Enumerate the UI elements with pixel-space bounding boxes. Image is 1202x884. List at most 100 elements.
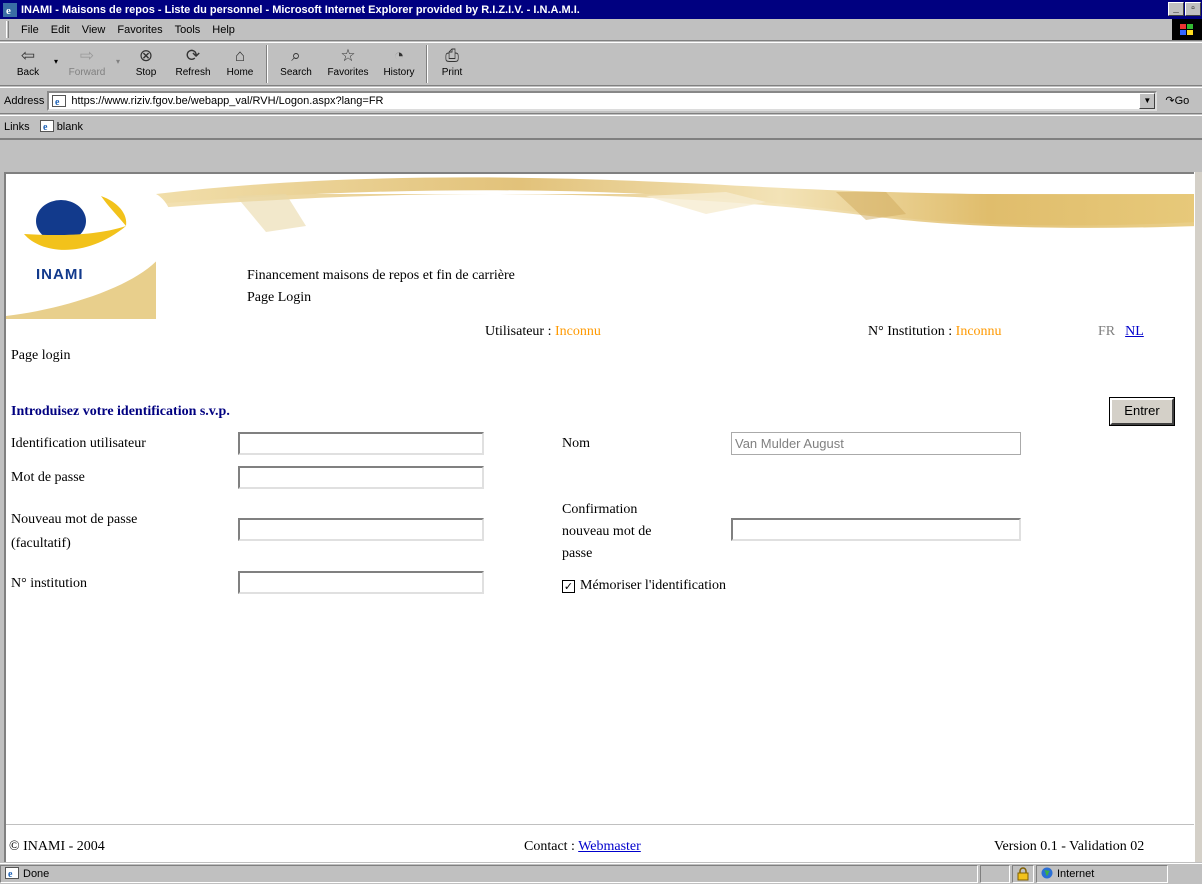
language-switcher: FR NL bbox=[1098, 324, 1144, 340]
svg-text:e: e bbox=[8, 869, 13, 879]
favorites-button[interactable]: ☆ Favorites bbox=[320, 43, 376, 85]
password-input[interactable] bbox=[238, 466, 484, 489]
globe-icon bbox=[1041, 867, 1053, 882]
app-subtitle: Financement maisons de repos et fin de c… bbox=[247, 268, 515, 283]
search-label: Search bbox=[280, 67, 312, 78]
refresh-button[interactable]: ⟳ Refresh bbox=[168, 43, 218, 85]
page-title: Page login bbox=[11, 348, 71, 363]
browser-window: e INAMI - Maisons de repos - Liste du pe… bbox=[0, 0, 1202, 884]
confirm-label-line2: nouveau mot de bbox=[562, 524, 652, 539]
new-password-input[interactable] bbox=[238, 518, 484, 541]
stop-icon: ⊗ bbox=[138, 46, 154, 65]
page-icon: e bbox=[39, 119, 54, 135]
confirm-password-input[interactable] bbox=[731, 518, 1021, 541]
menu-edit[interactable]: Edit bbox=[45, 24, 76, 36]
logo-text: INAMI bbox=[36, 266, 84, 283]
institution-value: Inconnu bbox=[955, 324, 1002, 339]
zone-label: Internet bbox=[1057, 868, 1095, 880]
forward-dropdown[interactable]: ▾ bbox=[112, 43, 124, 85]
history-button[interactable]: ◔ History bbox=[376, 43, 422, 85]
home-button[interactable]: ⌂ Home bbox=[218, 43, 262, 85]
password-label: Mot de passe bbox=[11, 470, 85, 485]
back-dropdown[interactable]: ▾ bbox=[50, 43, 62, 85]
new-password-label-line2: (facultatif) bbox=[11, 536, 71, 551]
webmaster-link[interactable]: Webmaster bbox=[578, 839, 641, 854]
user-id-label: Identification utilisateur bbox=[11, 436, 146, 451]
institution-info: N° Institution : Inconnu bbox=[868, 324, 1002, 340]
institution-number-input[interactable] bbox=[238, 571, 484, 594]
print-icon: ⎙ bbox=[445, 46, 459, 65]
dropdown-arrow-icon: ▾ bbox=[53, 57, 58, 66]
go-button[interactable]: ↷Go bbox=[1165, 94, 1189, 107]
history-icon: ◔ bbox=[393, 46, 405, 65]
entrer-button[interactable]: Entrer bbox=[1109, 397, 1175, 426]
user-id-input[interactable] bbox=[238, 432, 484, 455]
print-button[interactable]: ⎙ Print bbox=[432, 43, 472, 85]
back-button[interactable]: ⇦ Back bbox=[6, 43, 50, 85]
stop-button[interactable]: ⊗ Stop bbox=[124, 43, 168, 85]
toolbar-separator bbox=[426, 45, 428, 83]
page-subtitle: Page Login bbox=[247, 290, 312, 305]
links-bar: Links e blank bbox=[0, 115, 1202, 140]
go-label: Go bbox=[1174, 95, 1190, 107]
svg-text:e: e bbox=[55, 97, 60, 107]
status-bar: e Done Internet bbox=[0, 863, 1202, 884]
windows-logo-icon bbox=[1172, 19, 1202, 40]
confirm-label-line3: passe bbox=[562, 546, 593, 561]
favorites-label: Favorites bbox=[327, 67, 369, 78]
page-viewport: INAMI Financement maisons de repos et fi… bbox=[4, 172, 1194, 862]
menu-help[interactable]: Help bbox=[206, 24, 241, 36]
go-arrow-icon: ↷ bbox=[1165, 95, 1175, 107]
address-input[interactable]: e https://www.riziv.fgov.be/webapp_val/R… bbox=[47, 90, 1158, 111]
search-button[interactable]: ⌕ Search bbox=[272, 43, 320, 85]
menu-file[interactable]: File bbox=[15, 24, 45, 36]
copyright: © INAMI - 2004 bbox=[9, 839, 105, 854]
address-url: https://www.riziv.fgov.be/webapp_val/RVH… bbox=[71, 94, 384, 107]
zone-pane: Internet bbox=[1036, 865, 1168, 883]
name-label: Nom bbox=[562, 436, 590, 451]
menu-favorites[interactable]: Favorites bbox=[111, 24, 168, 36]
svg-text:e: e bbox=[6, 5, 11, 17]
minimize-button[interactable]: _ bbox=[1168, 2, 1184, 16]
menu-view[interactable]: View bbox=[76, 24, 112, 36]
lang-nl-link[interactable]: NL bbox=[1125, 324, 1144, 339]
page-icon: e bbox=[5, 866, 19, 882]
header-banner: INAMI Financement maisons de repos et fi… bbox=[6, 174, 1194, 319]
confirm-label-line1: Confirmation bbox=[562, 502, 638, 517]
search-icon: ⌕ bbox=[291, 46, 301, 65]
vertical-scrollbar[interactable] bbox=[1194, 172, 1202, 862]
remember-checkbox-row[interactable]: ✓ Mémoriser l'identification bbox=[562, 578, 726, 594]
user-info: Utilisateur : Inconnu bbox=[485, 324, 601, 340]
new-password-label-line1: Nouveau mot de passe bbox=[11, 512, 138, 527]
remember-label: Mémoriser l'identification bbox=[580, 578, 726, 593]
lang-fr: FR bbox=[1098, 324, 1116, 339]
contact: Contact : Webmaster bbox=[524, 839, 641, 855]
version-info: Version 0.1 - Validation 02 bbox=[994, 839, 1145, 854]
link-blank-label: blank bbox=[56, 121, 83, 133]
inami-logo: INAMI bbox=[6, 174, 176, 319]
user-label: Utilisateur : bbox=[485, 324, 555, 339]
menu-tools[interactable]: Tools bbox=[169, 24, 207, 36]
refresh-icon: ⟳ bbox=[185, 46, 201, 65]
menu-bar: File Edit View Favorites Tools Help bbox=[0, 19, 1202, 41]
menu-grip bbox=[6, 21, 9, 38]
maximize-button[interactable]: ▫ bbox=[1185, 2, 1201, 16]
address-dropdown-icon[interactable]: ▼ bbox=[1139, 92, 1156, 109]
print-label: Print bbox=[441, 67, 463, 78]
page-footer: © INAMI - 2004 Contact : Webmaster Versi… bbox=[6, 824, 1194, 862]
inami-logo-mark bbox=[24, 196, 127, 250]
history-label: History bbox=[383, 67, 415, 78]
home-label: Home bbox=[226, 67, 254, 78]
institution-label: N° Institution : bbox=[868, 324, 956, 339]
remember-checkbox[interactable]: ✓ bbox=[562, 579, 575, 593]
toolbar-separator bbox=[266, 45, 268, 83]
lock-icon bbox=[1012, 865, 1034, 883]
forward-button[interactable]: ⇨ Forward bbox=[62, 43, 112, 85]
page-icon: e bbox=[51, 94, 67, 108]
banner-image bbox=[6, 177, 1194, 319]
back-label: Back bbox=[16, 67, 40, 78]
back-arrow-icon: ⇦ bbox=[20, 46, 36, 65]
dropdown-arrow-icon: ▾ bbox=[115, 57, 120, 66]
window-title: INAMI - Maisons de repos - Liste du pers… bbox=[21, 3, 580, 16]
link-blank[interactable]: e blank bbox=[39, 119, 83, 135]
